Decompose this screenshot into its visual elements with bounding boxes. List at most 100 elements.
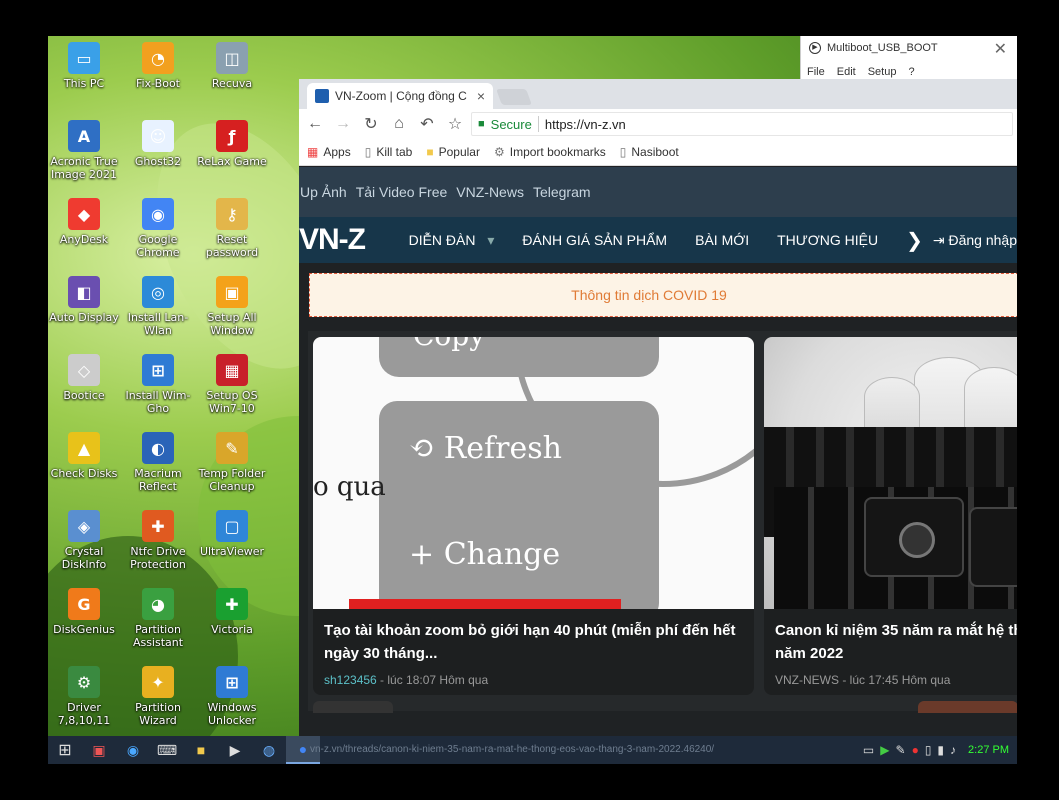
lock-icon: ■ [478,118,485,130]
usb-icon[interactable]: ▯ [925,743,932,757]
nav-bai-moi[interactable]: BÀI MỚI [695,232,749,248]
desktop-icon-relax-game[interactable]: ƒ ReLax Game [195,120,269,168]
desktop-icon-label: Victoria [211,623,253,636]
red-app-icon[interactable]: ● [912,743,919,757]
address-bar[interactable]: ■ Secure https://vn-z.vn [471,112,1013,136]
desktop-icon-auto-display[interactable]: ◧ Auto Display [48,276,121,324]
close-icon[interactable]: ✕ [994,39,1007,59]
desktop-icon-windows-unlocker[interactable]: ⊞ Windows Unlocker [195,666,269,727]
back-arrow-icon[interactable]: ← [303,112,327,136]
menu-setup[interactable]: Setup [868,66,897,78]
desktop-icon-install-lan-wlan[interactable]: ◎ Install Lan-Wlan [121,276,195,337]
clock[interactable]: 2:27 PM [968,744,1009,756]
nav-danh-gia[interactable]: ĐÁNH GIÁ SẢN PHẨM [522,232,667,248]
play-icon[interactable]: ▶ [880,743,889,757]
bookmark-import[interactable]: ⚙ Import bookmarks [494,145,606,159]
desktop-icon-reset-password[interactable]: ⚷ Reset password [195,198,269,259]
app-icon[interactable]: ▣ [82,736,116,764]
status-url: vn-z.vn/threads/canon-ki-niem-35-nam-ra-… [310,744,715,755]
desktop-icon-google-chrome[interactable]: ◉ Google Chrome [121,198,195,259]
keyboard-icon[interactable]: ⌨ [150,736,184,764]
link-telegram[interactable]: Telegram [533,184,591,200]
covid-banner[interactable]: Thông tin dịch COVID 19 [309,273,1017,317]
star-icon[interactable]: ☆ [443,112,467,136]
link-up-anh[interactable]: Up Ảnh [300,184,347,200]
desktop-icon-label: Setup OS Win7-10 [206,389,258,415]
menu-edit[interactable]: Edit [837,66,856,78]
desktop-icon-check-disks[interactable]: ▲ Check Disks [48,432,121,480]
play-circle-icon: ▶ [809,42,821,54]
broom-icon[interactable]: ✎ [896,743,906,757]
desktop-icon-ultraviewer[interactable]: ▢ UltraViewer [195,510,269,558]
desktop-icon-bootice[interactable]: ◇ Bootice [48,354,121,402]
desktop-icon-crystal-diskinfo[interactable]: ◈ Crystal DiskInfo [48,510,121,571]
network-icon[interactable]: ▭ [863,743,874,757]
forward-arrow-icon[interactable]: → [331,112,355,136]
article-card[interactable]: Canon kỉ niệm 35 năm ra mắt hệ thống EOS… [764,337,1017,695]
battery-icon[interactable]: ▮ [937,743,944,757]
tab-close-icon[interactable]: × [477,88,485,104]
link-tai-video[interactable]: Tải Video Free [356,184,448,200]
desktop-icon-anydesk[interactable]: ◆ AnyDesk [48,198,121,246]
desktop-icon-temp-folder-cleanup[interactable]: ✎ Temp Folder Cleanup [195,432,269,493]
desktop-icon-recuva[interactable]: ◫ Recuva [195,42,269,90]
chevron-right-icon[interactable]: ❯ [906,228,923,253]
article-time: - lúc 18:07 Hôm qua [376,673,489,687]
nav-label: DIỄN ĐÀN [408,231,476,248]
desktop-icon-fix-boot[interactable]: ◔ Fix-Boot [121,42,195,90]
bookmark-nasiboot[interactable]: ▯ Nasiboot [620,145,679,159]
menu-help[interactable]: ? [908,66,914,78]
windows-start-icon[interactable]: ⊞ [48,736,82,764]
side-text: o qua [313,472,386,502]
article-author[interactable]: VNZ-NEWS [775,673,839,687]
bookmark-apps[interactable]: ▦ Apps [307,145,351,159]
pie-chart-icon: ◔ [142,42,174,74]
desktop-icon-this-pc[interactable]: ▭ This PC [48,42,121,90]
desktop-icon-driver-7-8-10-11[interactable]: ⚙ Driver 7,8,10,11 [48,666,121,727]
speaker-icon[interactable]: ♪ [950,743,956,757]
folder-icon: ■ [426,145,434,159]
desktop-icon-diskgenius[interactable]: G DiskGenius [48,588,121,636]
article-meta: VNZ-NEWS - lúc 17:45 Hôm qua [764,665,1017,687]
nav-dien-dan[interactable]: DIỄN ĐÀN ▾ [409,232,495,249]
ultraviewer-icon: ▢ [216,510,248,542]
desktop-icon-label: ReLax Game [197,155,267,168]
article-card[interactable]: Copy ⟲ Refresh + Change o qua Tạo [313,337,754,695]
article-author[interactable]: sh123456 [324,673,377,687]
desktop-icon-label: Partition Wizard [135,701,181,727]
copy-text: Copy [413,337,485,352]
link-vnz-news[interactable]: VNZ-News [456,184,524,200]
desktop-icon-ntfc-drive-protection[interactable]: ✚ Ntfc Drive Protection [121,510,195,571]
home-icon[interactable]: ⌂ [387,112,411,136]
menu-file[interactable]: File [807,66,825,78]
desktop-icon-victoria[interactable]: ✚ Victoria [195,588,269,636]
media-player-icon[interactable]: ▶ [218,736,252,764]
desktop-icon-acronic-true-image-2021[interactable]: A Acronic True Image 2021 [48,120,121,181]
desktop-icon-macrium-reflect[interactable]: ◐ Macrium Reflect [121,432,195,493]
article-title[interactable]: Canon kỉ niệm 35 năm ra mắt hệ thống EOS… [764,609,1017,665]
bookmark-popular[interactable]: ■ Popular [426,145,480,159]
undo-icon[interactable]: ↶ [415,112,439,136]
article-title[interactable]: Tạo tài khoản zoom bỏ giới hạn 40 phút (… [313,609,754,665]
flash-icon: ƒ [216,120,248,152]
site-logo[interactable]: VN-Z [299,223,409,257]
file-explorer-icon[interactable]: ■ [184,736,218,764]
red-bar [349,599,621,609]
login-link[interactable]: ⇥ Đăng nhập [933,232,1017,249]
nav-thuong-hieu[interactable]: THƯƠNG HIỆU [777,232,878,248]
new-tab-button[interactable] [496,89,532,105]
bookmark-kill-tab[interactable]: ▯ Kill tab [365,145,413,159]
desktop-icon-partition-wizard[interactable]: ✦ Partition Wizard [121,666,195,727]
desktop-icon-setup-all-window[interactable]: ▣ Setup All Window [195,276,269,337]
browser-tab[interactable]: VN-Zoom | Cộng đồng C × [307,83,493,109]
bookmark-label: Popular [438,145,480,159]
refresh-icon: ⟲ [409,431,435,466]
desktop-icon-label: Fix-Boot [136,77,180,90]
reload-icon[interactable]: ↻ [359,112,383,136]
desktop-icon-install-wim-gho[interactable]: ⊞ Install Wim-Gho [121,354,195,415]
desktop-icon-partition-assistant[interactable]: ◕ Partition Assistant [121,588,195,649]
wifi-icon[interactable]: ◉ [116,736,150,764]
desktop-icon-ghost32[interactable]: ☺ Ghost32 [121,120,195,168]
desktop-icon-setup-os-win7-10[interactable]: ▦ Setup OS Win7-10 [195,354,269,415]
ie-icon[interactable]: ◍ [252,736,286,764]
